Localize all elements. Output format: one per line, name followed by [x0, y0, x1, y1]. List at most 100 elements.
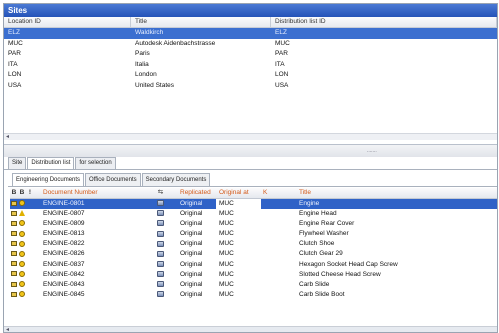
original-at-cell[interactable]: MUC [216, 239, 261, 249]
pane-splitter[interactable]: ....... [4, 144, 497, 157]
column-header-original-at[interactable]: Original at [216, 188, 261, 198]
document-title-cell: Engine Head [299, 210, 337, 218]
sites-grid: Location ID Title Distribution list ID E… [4, 17, 497, 144]
replicated-cell: Original [180, 270, 203, 278]
warning-icon [18, 209, 26, 219]
column-header-distribution-list-id[interactable]: Distribution list ID [271, 17, 497, 27]
column-header-marker[interactable]: K [261, 188, 287, 198]
document-number-cell: ENGINE-0813 [43, 230, 85, 238]
tab-for-selection[interactable]: for selection [75, 157, 116, 169]
site-row[interactable]: ITA Italia ITA [4, 60, 497, 71]
publish-icon [145, 229, 176, 239]
document-type-icon [10, 209, 18, 219]
replicated-cell: Original [180, 260, 203, 268]
marker-cell [261, 270, 287, 280]
document-type-icon [10, 290, 18, 300]
flag-icon [26, 219, 34, 229]
original-at-cell[interactable]: MUC [216, 209, 261, 219]
document-title-cell: Clutch Shoe [299, 240, 335, 248]
flag-icon [26, 270, 34, 280]
replicated-cell: Original [180, 240, 203, 248]
original-at-cell[interactable]: MUC [216, 260, 261, 270]
column-header-document-number[interactable]: Document Number [34, 188, 145, 198]
documents-grid-header: B B ! Document Number ⇆ Replicated Origi… [10, 188, 497, 199]
distribution-list-id-cell: ELZ [275, 29, 287, 36]
tab-secondary-documents[interactable]: Secondary Documents [141, 173, 211, 186]
flag-icon [26, 249, 34, 259]
publish-icon [145, 249, 176, 259]
original-at-cell[interactable]: MUC [216, 199, 261, 210]
marker-cell [261, 249, 287, 259]
distribution-list-id-cell: ITA [275, 60, 285, 68]
replicated-cell: Original [180, 230, 203, 238]
status-icon [18, 260, 26, 270]
original-at-cell[interactable]: MUC [216, 280, 261, 290]
document-row[interactable]: ENGINE-0807 Original MUC Engine Head [10, 209, 497, 219]
marker-cell [261, 280, 287, 290]
original-at-cell[interactable]: MUC [216, 229, 261, 239]
document-title-cell: Flywheel Washer [299, 230, 349, 238]
sites-grid-body: ELZ Waldkirch ELZ MUC Autodesk Aidenbachstra… [4, 28, 497, 91]
scroll-left-icon[interactable]: ◂ [6, 327, 9, 332]
site-row[interactable]: LON London LON [4, 70, 497, 81]
detail-tabs: Site Distribution list for selection [8, 157, 117, 170]
replicated-cell: Original [180, 250, 203, 258]
documents-horizontal-scrollbar[interactable]: ◂ [4, 326, 497, 332]
original-at-cell[interactable]: MUC [216, 270, 261, 280]
scroll-left-icon[interactable]: ◂ [6, 134, 9, 140]
column-header-publish-icon[interactable]: ⇆ [145, 188, 176, 198]
document-title-cell: Hexagon Socket Head Cap Screw [299, 260, 398, 268]
column-header-replicated[interactable]: Replicated [176, 188, 216, 198]
document-row[interactable]: ENGINE-0822 Original MUC Clutch Shoe [10, 239, 497, 249]
publish-icon [145, 219, 176, 229]
column-header-icon-1[interactable]: B [10, 188, 18, 198]
document-number-cell: ENGINE-0843 [43, 280, 85, 288]
distribution-list-id-cell: USA [275, 81, 289, 89]
documents-grid-body: ENGINE-0801 Original MUC Engine ENGINE-0807 O… [10, 199, 497, 300]
document-row[interactable]: ENGINE-0809 Original MUC Engine Rear Cover [10, 219, 497, 229]
site-row[interactable]: USA United States USA [4, 81, 497, 92]
document-row[interactable]: ENGINE-0842 Original MUC Slotted Cheese Hea… [10, 270, 497, 280]
sites-horizontal-scrollbar[interactable]: ◂ [4, 133, 497, 140]
original-at-cell[interactable]: MUC [216, 219, 261, 229]
status-icon [18, 270, 26, 280]
original-at-cell[interactable]: MUC [216, 290, 261, 300]
flag-icon [26, 260, 34, 270]
site-row[interactable]: PAR Paris PAR [4, 49, 497, 60]
replicated-cell: Original [180, 220, 203, 228]
document-title-cell: Carb Slide Boot [299, 290, 345, 298]
marker-cell [261, 260, 287, 270]
status-icon [18, 219, 26, 229]
tab-divider [4, 169, 497, 170]
column-header-title[interactable]: Title [287, 188, 497, 198]
site-row[interactable]: MUC Autodesk Aidenbachstrasse MUC [4, 39, 497, 50]
document-row[interactable]: ENGINE-0837 Original MUC Hexagon Socket Hea… [10, 260, 497, 270]
marker-cell [261, 209, 287, 219]
column-header-icon-2[interactable]: B [18, 188, 26, 198]
document-row[interactable]: ENGINE-0843 Original MUC Carb Slide [10, 280, 497, 290]
location-id-cell: MUC [8, 39, 23, 47]
document-row[interactable]: ENGINE-0826 Original MUC Clutch Gear 29 [10, 249, 497, 259]
document-row[interactable]: ENGINE-0813 Original MUC Flywheel Washer [10, 229, 497, 239]
tab-office-documents[interactable]: Office Documents [85, 173, 141, 186]
status-icon [18, 280, 26, 290]
tab-site[interactable]: Site [8, 157, 27, 169]
status-icon [18, 249, 26, 259]
splitter-grip-icon[interactable]: ....... [367, 149, 377, 154]
document-row[interactable]: ENGINE-0801 Original MUC Engine [10, 199, 497, 210]
column-header-title[interactable]: Title [131, 17, 271, 27]
title-cell: Italia [135, 60, 149, 68]
publish-icon [145, 209, 176, 219]
column-header-location-id[interactable]: Location ID [4, 17, 131, 27]
title-cell: London [135, 71, 157, 78]
document-number-cell: ENGINE-0801 [43, 200, 85, 207]
site-row[interactable]: ELZ Waldkirch ELZ [4, 28, 497, 39]
status-icon [18, 199, 26, 209]
documents-grid: B B ! Document Number ⇆ Replicated Origi… [10, 188, 497, 300]
column-header-icon-3[interactable]: ! [26, 188, 34, 198]
original-at-cell[interactable]: MUC [216, 249, 261, 259]
tab-engineering-documents[interactable]: Engineering Documents [12, 173, 85, 187]
location-id-cell: ITA [8, 60, 18, 68]
document-type-icon [10, 219, 18, 229]
document-row[interactable]: ENGINE-0845 Original MUC Carb Slide Boot [10, 290, 497, 300]
